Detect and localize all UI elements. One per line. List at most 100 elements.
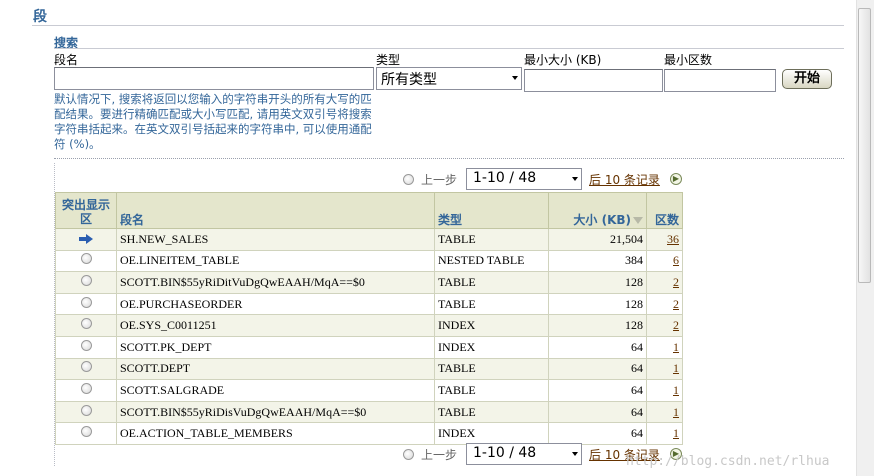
row-name: SH.NEW_SALES	[116, 228, 435, 251]
table-row[interactable]: SCOTT.PK_DEPT INDEX 64 1	[55, 335, 683, 359]
row-select-cell[interactable]	[55, 314, 117, 337]
table-row[interactable]: OE.PURCHASEORDER TABLE 128 2	[55, 292, 683, 316]
page-range-value: 1-10 / 48	[473, 445, 537, 461]
row-name: SCOTT.PK_DEPT	[116, 335, 435, 359]
row-radio[interactable]	[80, 253, 92, 265]
table-row[interactable]: SCOTT.DEPT TABLE 64 1	[55, 357, 683, 381]
col-header-size[interactable]: 大小 (KB)	[548, 192, 647, 229]
row-extents-link[interactable]: 2	[646, 292, 683, 316]
row-extents-link[interactable]: 1	[646, 379, 683, 402]
extents-link[interactable]: 2	[673, 318, 679, 332]
row-size: 64	[548, 422, 647, 445]
row-size: 128	[548, 314, 647, 337]
row-select-cell[interactable]	[55, 422, 117, 445]
row-radio[interactable]	[80, 296, 92, 308]
row-select-cell[interactable]	[55, 249, 117, 273]
row-extents-link[interactable]: 2	[646, 314, 683, 337]
row-select-cell[interactable]	[55, 271, 117, 294]
row-name: SCOTT.BIN$55yRiDitVuDgQwEAAH/MqA==$0	[116, 271, 435, 294]
search-hint: 默认情况下, 搜索将返回以您输入的字符串开头的所有大写的匹配结果。要进行精确匹配…	[54, 92, 372, 151]
table-row[interactable]: OE.SYS_C0011251 INDEX 128 2	[55, 314, 683, 337]
type-select-value: 所有类型	[381, 72, 437, 88]
section-separator	[54, 158, 844, 159]
extents-link[interactable]: 1	[673, 405, 679, 419]
row-name: SCOTT.BIN$55yRiDisVuDgQwEAAH/MqA==$0	[116, 400, 435, 424]
segment-name-label: 段名	[54, 53, 79, 67]
col-header-select: 突出显示区	[55, 192, 117, 229]
table-row[interactable]: OE.ACTION_TABLE_MEMBERS INDEX 64 1	[55, 422, 683, 445]
current-row-arrow-icon	[79, 233, 93, 244]
row-type: INDEX	[434, 314, 549, 337]
next-records-link[interactable]: 后 10 条记录	[589, 171, 660, 188]
row-name: OE.LINEITEM_TABLE	[116, 249, 435, 273]
row-select-cell[interactable]	[55, 357, 117, 381]
row-select-cell[interactable]	[55, 335, 117, 359]
row-select-cell[interactable]	[55, 292, 117, 316]
row-radio[interactable]	[80, 274, 92, 286]
row-extents-link[interactable]: 2	[646, 271, 683, 294]
row-extents-link[interactable]: 1	[646, 335, 683, 359]
row-select-cell[interactable]	[55, 379, 117, 402]
row-select-cell[interactable]	[55, 228, 117, 251]
table-header-row: 突出显示区 段名 类型 大小 (KB) 区数	[55, 192, 683, 229]
extents-link[interactable]: 2	[673, 275, 679, 289]
row-type: TABLE	[434, 292, 549, 316]
row-size: 128	[548, 271, 647, 294]
row-name: SCOTT.DEPT	[116, 357, 435, 381]
type-select[interactable]: 所有类型	[376, 67, 522, 90]
row-name: SCOTT.SALGRADE	[116, 379, 435, 402]
table-row[interactable]: OE.LINEITEM_TABLE NESTED TABLE 384 6	[55, 249, 683, 273]
row-size: 384	[548, 249, 647, 273]
row-size: 64	[548, 379, 647, 402]
min-extents-label: 最小区数	[664, 53, 713, 67]
col-header-name: 段名	[116, 192, 435, 229]
row-radio[interactable]	[80, 339, 92, 351]
min-extents-input[interactable]	[664, 69, 776, 92]
row-extents-link[interactable]: 6	[646, 249, 683, 273]
extents-link[interactable]: 1	[673, 426, 679, 440]
row-radio[interactable]	[80, 426, 92, 438]
row-size: 64	[548, 357, 647, 381]
row-size: 21,504	[548, 228, 647, 251]
row-extents-link[interactable]: 36	[646, 228, 683, 251]
row-radio[interactable]	[80, 318, 92, 330]
row-size: 64	[548, 335, 647, 359]
watermark-text: http://blog.csdn.net/rlhua	[626, 454, 830, 469]
row-radio[interactable]	[80, 404, 92, 416]
row-type: INDEX	[434, 422, 549, 445]
title-divider	[32, 25, 844, 26]
row-radio[interactable]	[80, 382, 92, 394]
table-row[interactable]: SCOTT.BIN$55yRiDitVuDgQwEAAH/MqA==$0 TAB…	[55, 271, 683, 294]
next-arrow-icon[interactable]: ▶	[670, 173, 682, 185]
extents-link[interactable]: 36	[667, 232, 679, 246]
prev-link: 上一步	[421, 448, 458, 462]
extents-link[interactable]: 1	[673, 383, 679, 397]
prev-icon	[403, 449, 414, 460]
row-radio[interactable]	[80, 361, 92, 373]
table-row[interactable]: SCOTT.SALGRADE TABLE 64 1	[55, 379, 683, 402]
row-type: TABLE	[434, 228, 549, 251]
row-name: OE.ACTION_TABLE_MEMBERS	[116, 422, 435, 445]
extents-link[interactable]: 6	[673, 253, 679, 267]
extents-link[interactable]: 1	[673, 340, 679, 354]
row-extents-link[interactable]: 1	[646, 422, 683, 445]
scrollbar-thumb[interactable]	[858, 8, 871, 283]
chevron-down-icon	[572, 177, 578, 181]
row-type: TABLE	[434, 357, 549, 381]
page-range-select[interactable]: 1-10 / 48	[466, 168, 582, 190]
row-select-cell[interactable]	[55, 400, 117, 424]
extents-link[interactable]: 1	[673, 361, 679, 375]
page-range-select[interactable]: 1-10 / 48	[466, 443, 582, 465]
extents-link[interactable]: 2	[673, 297, 679, 311]
page-range-value: 1-10 / 48	[473, 170, 537, 186]
segment-name-input[interactable]	[54, 67, 374, 90]
row-name: OE.SYS_C0011251	[116, 314, 435, 337]
col-header-extents: 区数	[646, 192, 683, 229]
table-row[interactable]: SCOTT.BIN$55yRiDisVuDgQwEAAH/MqA==$0 TAB…	[55, 400, 683, 424]
min-size-input[interactable]	[524, 69, 663, 92]
row-extents-link[interactable]: 1	[646, 400, 683, 424]
table-row[interactable]: SH.NEW_SALES TABLE 21,504 36	[55, 228, 683, 251]
row-size: 128	[548, 292, 647, 316]
go-button[interactable]: 开始	[782, 69, 832, 89]
row-extents-link[interactable]: 1	[646, 357, 683, 381]
